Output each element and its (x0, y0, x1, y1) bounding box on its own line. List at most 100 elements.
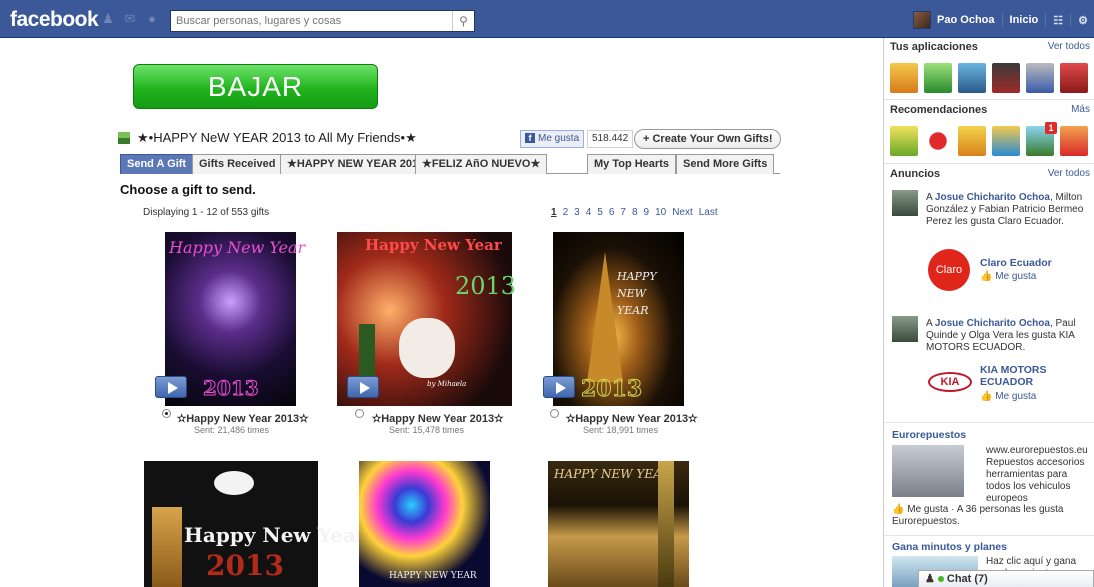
tab-gifts-received[interactable]: Gifts Received (192, 154, 283, 174)
avatar[interactable] (913, 11, 932, 29)
ad-title-link[interactable]: Eurorepuestos (892, 429, 966, 441)
divider (884, 422, 1094, 423)
gift-sent-count: Sent: 18,991 times (583, 425, 659, 435)
gear-icon[interactable]: ⚙ (1078, 14, 1088, 27)
gift-image-caption: HAPPY NEW YEAR (617, 270, 657, 317)
app-thumbnail[interactable] (958, 126, 986, 156)
ad-brand-link[interactable]: KIA MOTORS ECUADOR (980, 364, 1060, 388)
chat-label: Chat (7) (946, 573, 988, 585)
gift-image[interactable]: HAPPY NEW YEAR (548, 461, 689, 587)
page-link-1[interactable]: 1 (551, 207, 557, 218)
gift-radio[interactable] (355, 409, 364, 418)
ad-image[interactable] (892, 445, 964, 497)
ad-brand-link[interactable]: Claro Ecuador (980, 257, 1052, 269)
ad-title-link[interactable]: Gana minutos y planes (892, 541, 1007, 553)
user-name-link[interactable]: Pao Ochoa (937, 14, 994, 26)
ad-url: www.eurorepuestos.eu (986, 445, 1088, 456)
search-icon[interactable]: ⚲ (452, 11, 474, 31)
like-button[interactable]: f Me gusta (520, 130, 585, 148)
choose-gift-heading: Choose a gift to send. (120, 182, 256, 197)
page-link-6[interactable]: 6 (609, 207, 615, 218)
app-thumbnail[interactable] (958, 63, 986, 93)
friend-thumbnail[interactable] (892, 190, 918, 216)
page-link-5[interactable]: 5 (597, 207, 603, 218)
gift-image-year: 2013 (203, 376, 260, 401)
ads-heading: Anuncios (890, 168, 941, 180)
app-thumbnail[interactable] (890, 126, 918, 156)
download-button[interactable]: BAJAR (133, 64, 378, 109)
gift-image[interactable]: Happy New Year 2013 (144, 461, 366, 587)
gift-image-year: 2013 (206, 549, 284, 582)
page-link-8[interactable]: 8 (632, 207, 638, 218)
ad-like-link[interactable]: 👍 Me gusta (980, 271, 1036, 282)
user-menu: Pao Ochoa Inicio ☷ ⚙ (913, 10, 1088, 30)
like-label: Me gusta (995, 271, 1037, 282)
privacy-shortcuts-icon[interactable]: ☷ (1053, 14, 1063, 27)
top-navigation-bar: facebook ♟ ✉ ● ⚲ Pao Ochoa Inicio ☷ ⚙ (0, 0, 1094, 38)
gift-image-credit: by Mihaela (427, 380, 467, 388)
friend-name-link[interactable]: Josue Chicharito Ochoa (935, 192, 1050, 203)
gift-radio[interactable] (550, 409, 559, 418)
thumbs-up-icon: 👍 (980, 391, 993, 402)
play-icon[interactable] (347, 376, 379, 398)
champagne-bottle-shape (658, 461, 674, 587)
ad-social-text: A Josue Chicharito Ochoa, Milton Gonzále… (926, 192, 1084, 227)
ad-like-link[interactable]: 👍 Me gusta (980, 391, 1036, 402)
page-link-4[interactable]: 4 (586, 207, 592, 218)
app-thumbnail[interactable] (890, 63, 918, 93)
messages-icon[interactable]: ✉ (122, 12, 138, 26)
gift-image-year: 2013 (580, 376, 643, 403)
facebook-f-icon: f (525, 133, 535, 143)
app-thumbnail[interactable] (924, 126, 952, 156)
gift-image[interactable]: HAPPY NEW YEAR (359, 461, 490, 587)
app-thumbnail[interactable] (1060, 126, 1088, 156)
notifications-icon[interactable]: ● (144, 12, 160, 26)
app-icon (118, 132, 130, 144)
gift-sent-count: Sent: 21,486 times (194, 425, 270, 435)
app-title: ★•HAPPY NeW YEAR 2013 to All My Friends•… (137, 130, 417, 145)
create-gifts-button[interactable]: + Create Your Own Gifts! (634, 129, 782, 149)
tab-send-more-gifts[interactable]: Send More Gifts (676, 154, 775, 174)
page-link-10[interactable]: 10 (655, 207, 666, 218)
friend-requests-icon[interactable]: ♟ (100, 12, 116, 26)
kia-logo[interactable]: KIA (928, 372, 972, 392)
thumbs-up-icon[interactable]: 👍 (892, 504, 904, 515)
app-thumbnail[interactable] (992, 63, 1020, 93)
facebook-logo[interactable]: facebook (10, 8, 99, 32)
app-thumbnail[interactable] (1060, 63, 1088, 93)
divider (1070, 13, 1072, 27)
app-thumbnail[interactable] (1026, 63, 1054, 93)
notification-badge: 1 (1045, 122, 1057, 134)
play-icon[interactable] (155, 376, 187, 398)
cat-shape (399, 318, 455, 378)
page-link-7[interactable]: 7 (620, 207, 626, 218)
claro-logo[interactable]: Claro (928, 249, 970, 291)
tab-happy-new-year-2013[interactable]: ★HAPPY NEW YEAR 2013 (280, 154, 432, 174)
play-icon[interactable] (543, 376, 575, 398)
last-page-link[interactable]: Last (699, 207, 718, 218)
apps-see-all-link[interactable]: Ver todos (1048, 41, 1090, 52)
tab-my-top-hearts[interactable]: My Top Hearts (587, 154, 676, 174)
like-label: Me gusta (538, 133, 580, 144)
friend-name-link[interactable]: Josue Chicharito Ochoa (935, 318, 1050, 329)
search-input[interactable] (171, 11, 451, 31)
friend-thumbnail[interactable] (892, 316, 918, 342)
divider (884, 535, 1094, 536)
divider (884, 99, 1094, 100)
app-thumbnail[interactable] (924, 63, 952, 93)
next-page-link[interactable]: Next (672, 207, 693, 218)
ads-see-all-link[interactable]: Ver todos (1048, 168, 1090, 179)
divider (1045, 13, 1047, 27)
home-link[interactable]: Inicio (1010, 14, 1039, 26)
chat-bar[interactable]: ♟ Chat (7) (918, 570, 1094, 587)
recommendations-more-link[interactable]: Más (1071, 104, 1090, 115)
app-thumbnail[interactable] (992, 126, 1020, 156)
ad-social-text: A Josue Chicharito Ochoa, Paul Quinde y … (926, 318, 1076, 353)
page-link-2[interactable]: 2 (563, 207, 569, 218)
gift-radio[interactable] (162, 409, 171, 418)
ad-like-line: 👍 Me gusta · A 36 personas les gusta Eur… (892, 504, 1082, 528)
page-link-3[interactable]: 3 (574, 207, 580, 218)
tab-send-a-gift[interactable]: Send A Gift (120, 154, 194, 174)
tab-feliz-ano-nuevo[interactable]: ★FELIZ AñO NUEVO★ (415, 154, 548, 174)
page-link-9[interactable]: 9 (644, 207, 650, 218)
